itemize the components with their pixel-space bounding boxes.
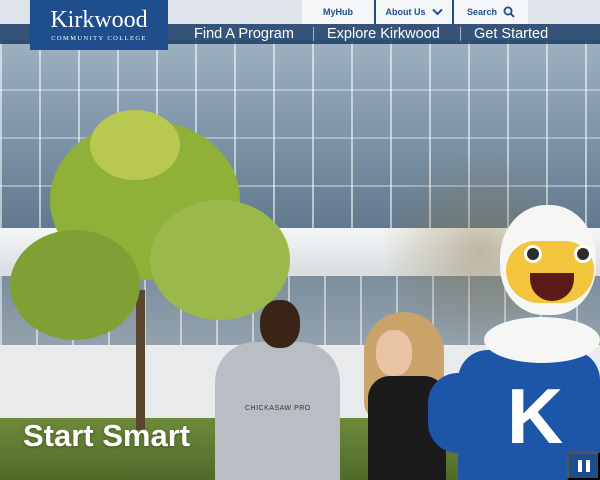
tree-crown: [10, 230, 140, 340]
nav-divider: [460, 27, 461, 41]
tree-crown: [90, 110, 180, 180]
hero-image: CHICKASAW PRO K: [0, 0, 600, 480]
tree-trunk: [136, 290, 145, 430]
mascot-eye: [574, 245, 592, 263]
nav-get-started[interactable]: Get Started: [474, 24, 548, 44]
hero-headline: Start Smart: [23, 418, 191, 453]
utility-nav: MyHub About Us Search: [302, 0, 528, 24]
eagle-mascot: K: [428, 205, 600, 480]
nav-find-a-program[interactable]: Find A Program: [194, 24, 294, 44]
mascot-eye: [524, 245, 542, 263]
nav-divider: [313, 27, 314, 41]
search-button[interactable]: Search: [454, 0, 528, 24]
pause-icon: [576, 460, 592, 472]
logo-wordmark: Kirkwood: [50, 7, 148, 33]
myhub-link[interactable]: MyHub: [302, 0, 376, 24]
mascot-ruff: [484, 317, 600, 363]
search-label: Search: [466, 7, 498, 17]
pause-video-button[interactable]: [567, 452, 600, 480]
student-face: [376, 330, 412, 376]
nav-explore-kirkwood[interactable]: Explore Kirkwood: [327, 24, 440, 44]
mascot-jersey-letter: K: [506, 372, 564, 460]
student-figure: CHICKASAW PRO: [205, 300, 340, 480]
about-us-label: About Us: [385, 7, 426, 17]
search-icon: [503, 6, 515, 18]
myhub-label: MyHub: [323, 7, 353, 17]
chevron-down-icon: [431, 8, 443, 16]
hoodie-text: CHICKASAW PRO: [245, 405, 311, 412]
student-head: [260, 300, 300, 348]
logo-subtitle: COMMUNITY COLLEGE: [51, 35, 147, 42]
site-logo[interactable]: Kirkwood COMMUNITY COLLEGE: [30, 0, 168, 50]
about-us-menu[interactable]: About Us: [376, 0, 454, 24]
